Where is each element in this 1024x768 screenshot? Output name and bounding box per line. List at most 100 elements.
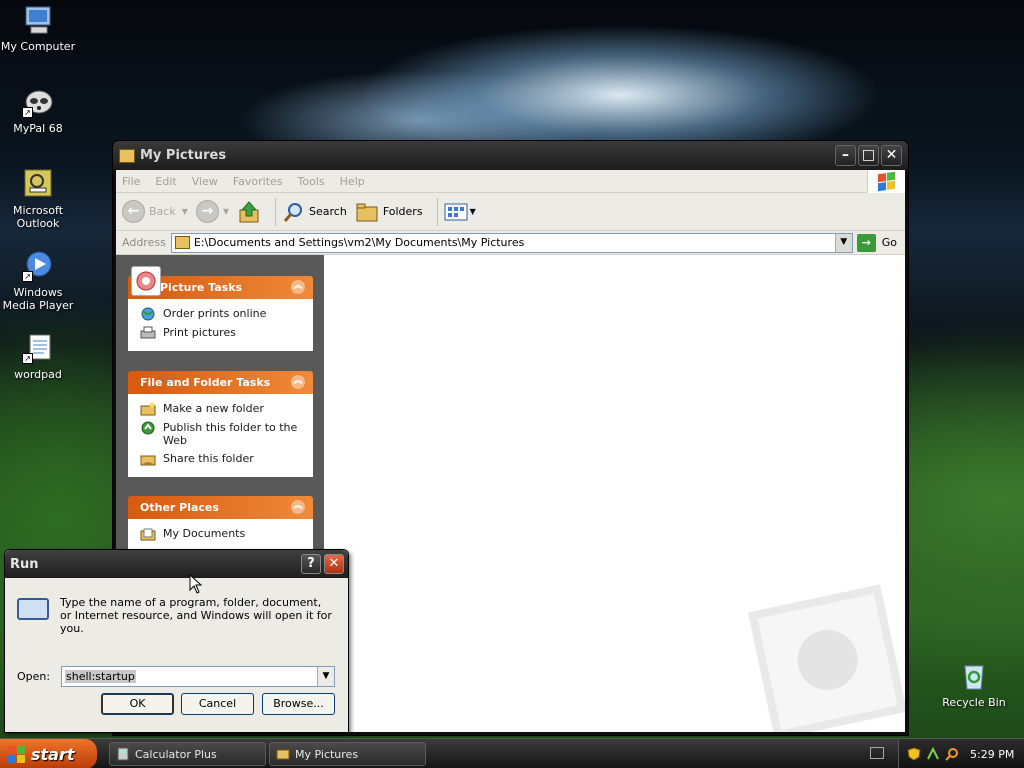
run-titlebar[interactable]: Run ? ✕	[5, 550, 348, 578]
task-publish-web[interactable]: Publish this folder to the Web	[140, 421, 303, 447]
other-places-panel: Other Places ︽ My Documents	[128, 496, 313, 552]
desktop-icon-label: wordpad	[14, 368, 62, 381]
desktop-icon-label: My Computer	[0, 40, 76, 53]
menu-favorites[interactable]: Favorites	[233, 175, 283, 188]
menu-tools[interactable]: Tools	[298, 175, 325, 188]
back-arrow-icon: ←	[122, 200, 145, 223]
desktop-icon-outlook[interactable]: Microsoft Outlook	[0, 168, 78, 230]
go-label: Go	[881, 236, 897, 249]
minimize-button[interactable]: –	[835, 145, 856, 166]
task-print-pictures[interactable]: Print pictures	[140, 326, 303, 340]
search-label: Search	[309, 205, 347, 218]
cancel-button[interactable]: Cancel	[181, 693, 254, 715]
back-button[interactable]: ← Back ▼	[122, 200, 188, 223]
browser-icon: ↗	[22, 86, 54, 118]
recycle-bin-icon	[958, 660, 990, 692]
calculator-icon	[117, 747, 129, 761]
keyboard-icon[interactable]	[870, 747, 884, 759]
system-tray: 5:29 PM	[898, 739, 1024, 768]
file-list-area[interactable]	[324, 255, 905, 732]
window-title: My Pictures	[140, 148, 227, 163]
file-folder-tasks-panel: File and Folder Tasks ︽ Make a new folde…	[128, 371, 313, 477]
forward-button[interactable]: → ▼	[195, 200, 230, 223]
ok-button[interactable]: OK	[101, 693, 174, 715]
network-icon[interactable]	[926, 747, 940, 761]
collapse-chevron-icon[interactable]: ︽	[291, 280, 305, 294]
taskbar-item-label: My Pictures	[295, 747, 359, 761]
menu-bar: File Edit View Favorites Tools Help	[116, 169, 905, 193]
collapse-chevron-icon[interactable]: ︽	[291, 375, 305, 389]
chevron-down-icon: ▼	[222, 207, 230, 216]
open-input[interactable]: shell:startup	[65, 670, 136, 683]
address-input[interactable]: E:\Documents and Settings\vm2\My Documen…	[170, 232, 853, 253]
start-button[interactable]: start	[0, 739, 97, 768]
folder-icon	[276, 749, 290, 760]
other-places-header[interactable]: Other Places ︽	[128, 496, 313, 519]
menu-file[interactable]: File	[122, 175, 140, 188]
close-button[interactable]: ✕	[324, 554, 344, 574]
run-title: Run	[10, 556, 39, 572]
picture-tasks-panel: Picture Tasks ︽ Order prints online Prin…	[128, 266, 313, 351]
up-folder-button[interactable]	[237, 200, 261, 224]
toolbar-separator	[275, 197, 277, 226]
task-label: Publish this folder to the Web	[163, 421, 298, 447]
desktop-icon-label: Recycle Bin	[942, 696, 1006, 709]
menu-help[interactable]: Help	[340, 175, 365, 188]
panel-title: File and Folder Tasks	[140, 376, 271, 389]
menu-view[interactable]: View	[192, 175, 218, 188]
task-label: Share this folder	[163, 452, 254, 465]
file-folder-tasks-header[interactable]: File and Folder Tasks ︽	[128, 371, 313, 394]
explorer-titlebar[interactable]: My Pictures – □ ✕	[113, 141, 908, 170]
collapse-chevron-icon[interactable]: ︽	[291, 500, 305, 514]
search-button[interactable]: Search	[282, 200, 347, 224]
windows-logo-icon	[867, 169, 905, 193]
address-dropdown-button[interactable]: ▼	[834, 233, 852, 252]
task-share-folder[interactable]: Share this folder	[140, 452, 303, 466]
publish-web-icon	[141, 421, 155, 435]
clock[interactable]: 5:29 PM	[970, 748, 1014, 761]
views-button[interactable]: ▼	[444, 203, 476, 221]
security-shield-icon[interactable]	[907, 747, 921, 761]
windows-logo-icon	[8, 745, 25, 763]
desktop-icon-mypal[interactable]: ↗ MyPal 68	[0, 86, 78, 135]
go-arrow-icon: →	[856, 233, 876, 252]
toolbar-separator	[436, 197, 438, 226]
run-dialog[interactable]: Run ? ✕ Type the name of a program, fold…	[4, 549, 349, 733]
folders-button[interactable]: Folders	[355, 201, 423, 223]
new-folder-icon	[140, 402, 156, 416]
taskbar-item-label: Calculator Plus	[135, 747, 217, 761]
maximize-button[interactable]: □	[858, 145, 879, 166]
shortcut-arrow-icon: ↗	[22, 271, 33, 282]
place-my-documents[interactable]: My Documents	[140, 527, 303, 541]
picture-tasks-icon	[131, 266, 161, 296]
panel-title: Picture Tasks	[160, 281, 243, 294]
address-value: E:\Documents and Settings\vm2\My Documen…	[193, 236, 525, 249]
browse-button[interactable]: Browse...	[262, 693, 335, 715]
task-order-prints[interactable]: Order prints online	[140, 307, 303, 321]
desktop-icon-wordpad[interactable]: ↗ wordpad	[0, 332, 78, 381]
help-button[interactable]: ?	[301, 554, 321, 574]
desktop-icon-recycle-bin[interactable]: Recycle Bin	[934, 660, 1014, 709]
panel-title: Other Places	[140, 501, 219, 514]
go-button[interactable]: → Go	[856, 233, 897, 252]
folders-icon	[356, 203, 378, 221]
folder-icon	[119, 148, 135, 163]
desktop-icon-label: Microsoft Outlook	[12, 204, 64, 230]
task-label: Order prints online	[163, 307, 267, 320]
search-icon[interactable]	[945, 747, 959, 761]
menu-edit[interactable]: Edit	[155, 175, 176, 188]
task-new-folder[interactable]: Make a new folder	[140, 402, 303, 416]
desktop-icon-media-player[interactable]: ↗ Windows Media Player	[0, 250, 78, 312]
documents-folder-icon	[140, 528, 156, 541]
views-icon	[444, 203, 468, 220]
pictures-watermark-icon	[747, 584, 905, 732]
mouse-cursor-icon	[189, 574, 203, 594]
close-button[interactable]: ✕	[881, 145, 902, 166]
desktop-icon-my-computer[interactable]: My Computer	[0, 4, 78, 53]
search-icon	[283, 202, 303, 222]
taskbar-item-my-pictures[interactable]: My Pictures	[269, 742, 426, 766]
taskbar-item-calculator[interactable]: Calculator Plus	[109, 742, 266, 766]
chevron-down-icon[interactable]: ▼	[317, 667, 334, 686]
open-combobox[interactable]: shell:startup ▼	[61, 666, 335, 687]
address-bar: Address E:\Documents and Settings\vm2\My…	[116, 231, 905, 255]
